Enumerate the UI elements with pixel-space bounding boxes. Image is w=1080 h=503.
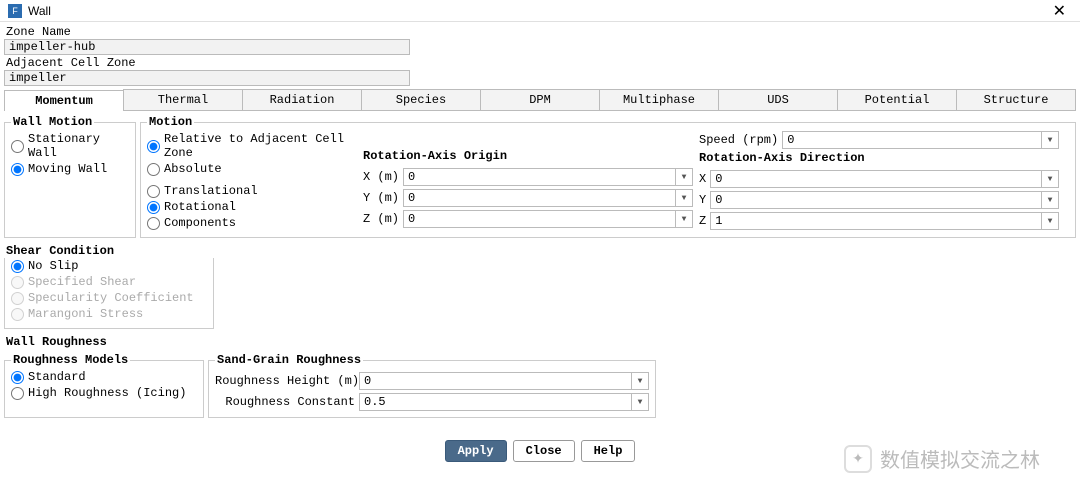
high-roughness-label: High Roughness (Icing) <box>28 386 186 400</box>
tab-bar: Momentum Thermal Radiation Species DPM M… <box>4 89 1076 111</box>
tab-uds[interactable]: UDS <box>718 89 838 110</box>
relative-label: Relative to Adjacent Cell Zone <box>164 132 357 160</box>
sand-grain-group: Sand-Grain Roughness Roughness Height (m… <box>208 353 656 418</box>
origin-x-input[interactable] <box>403 168 675 186</box>
radio-marangoni: Marangoni Stress <box>11 306 207 322</box>
tab-structure[interactable]: Structure <box>956 89 1076 110</box>
roughness-models-group: Roughness Models Standard High Roughness… <box>4 353 204 418</box>
dir-y-label: Y <box>699 193 706 207</box>
marangoni-label: Marangoni Stress <box>28 307 143 321</box>
radio-specified-shear: Specified Shear <box>11 274 207 290</box>
motion-title: Motion <box>147 115 194 129</box>
help-button[interactable]: Help <box>581 440 636 462</box>
adj-zone-input[interactable] <box>4 70 410 86</box>
components-label: Components <box>164 216 236 230</box>
window-title: Wall <box>28 4 51 18</box>
radio-absolute[interactable]: Absolute <box>147 161 357 177</box>
origin-z-input[interactable] <box>403 210 675 228</box>
motion-group: Motion Relative to Adjacent Cell Zone Ab… <box>140 115 1076 238</box>
tab-species[interactable]: Species <box>361 89 481 110</box>
origin-y-input[interactable] <box>403 189 675 207</box>
dir-z-input[interactable] <box>710 212 1041 230</box>
zone-name-label: Zone Name <box>4 24 1076 39</box>
specularity-coeff-label: Specularity Coefficient <box>28 291 194 305</box>
radio-high-roughness[interactable]: High Roughness (Icing) <box>11 385 197 401</box>
radio-rotational[interactable]: Rotational <box>147 199 357 215</box>
dir-z-dropdown-icon[interactable]: ▼ <box>1041 212 1059 230</box>
motion-radios: Relative to Adjacent Cell Zone Absolute … <box>147 131 357 231</box>
speed-input[interactable] <box>782 131 1041 149</box>
speed-dropdown-icon[interactable]: ▼ <box>1041 131 1059 149</box>
sand-grain-title: Sand-Grain Roughness <box>215 353 363 367</box>
radio-standard[interactable]: Standard <box>11 369 197 385</box>
direction-title: Rotation-Axis Direction <box>699 151 1059 165</box>
origin-z-dropdown-icon[interactable]: ▼ <box>675 210 693 228</box>
rotation-axis-direction: Speed (rpm) ▼ Rotation-Axis Direction X … <box>699 131 1059 231</box>
shear-title: Shear Condition <box>6 244 1076 258</box>
specified-shear-label: Specified Shear <box>28 275 136 289</box>
radio-moving-wall[interactable]: Moving Wall <box>11 161 129 177</box>
roughness-height-input[interactable] <box>359 372 631 390</box>
speed-label: Speed (rpm) <box>699 133 778 147</box>
origin-z-label: Z (m) <box>363 212 399 226</box>
app-icon: F <box>8 4 22 18</box>
origin-x-dropdown-icon[interactable]: ▼ <box>675 168 693 186</box>
dir-x-dropdown-icon[interactable]: ▼ <box>1041 170 1059 188</box>
radio-relative[interactable]: Relative to Adjacent Cell Zone <box>147 131 357 161</box>
close-icon[interactable]: ✕ <box>1047 1 1072 21</box>
adj-zone-label: Adjacent Cell Zone <box>4 55 1076 70</box>
wall-roughness-title: Wall Roughness <box>6 335 1076 349</box>
wall-motion-title: Wall Motion <box>11 115 94 129</box>
radio-specularity-coeff: Specularity Coefficient <box>11 290 207 306</box>
standard-label: Standard <box>28 370 86 384</box>
apply-button[interactable]: Apply <box>445 440 507 462</box>
stationary-wall-label: Stationary Wall <box>28 132 129 160</box>
tab-potential[interactable]: Potential <box>837 89 957 110</box>
dir-z-label: Z <box>699 214 706 228</box>
dir-y-dropdown-icon[interactable]: ▼ <box>1041 191 1059 209</box>
tab-thermal[interactable]: Thermal <box>123 89 243 110</box>
zone-name-input[interactable] <box>4 39 410 55</box>
close-button[interactable]: Close <box>513 440 575 462</box>
rotational-label: Rotational <box>164 200 236 214</box>
absolute-label: Absolute <box>164 162 222 176</box>
radio-no-slip[interactable]: No Slip <box>11 258 207 274</box>
radio-translational[interactable]: Translational <box>147 183 357 199</box>
origin-y-dropdown-icon[interactable]: ▼ <box>675 189 693 207</box>
titlebar: F Wall ✕ <box>0 0 1080 22</box>
roughness-height-label: Roughness Height (m) <box>215 374 355 388</box>
tab-radiation[interactable]: Radiation <box>242 89 362 110</box>
dir-x-label: X <box>699 172 706 186</box>
wall-motion-group: Wall Motion Stationary Wall Moving Wall <box>4 115 136 238</box>
roughness-constant-dropdown-icon[interactable]: ▼ <box>631 393 649 411</box>
moving-wall-label: Moving Wall <box>28 162 107 176</box>
origin-x-label: X (m) <box>363 170 399 184</box>
shear-condition-group: No Slip Specified Shear Specularity Coef… <box>4 258 214 329</box>
dir-x-input[interactable] <box>710 170 1041 188</box>
translational-label: Translational <box>164 184 258 198</box>
origin-y-label: Y (m) <box>363 191 399 205</box>
dir-y-input[interactable] <box>710 191 1041 209</box>
roughness-models-title: Roughness Models <box>11 353 130 367</box>
button-bar: Apply Close Help <box>4 440 1076 462</box>
roughness-constant-input[interactable] <box>359 393 631 411</box>
roughness-height-dropdown-icon[interactable]: ▼ <box>631 372 649 390</box>
radio-components[interactable]: Components <box>147 215 357 231</box>
tab-multiphase[interactable]: Multiphase <box>599 89 719 110</box>
no-slip-label: No Slip <box>28 259 78 273</box>
dialog-content: Zone Name Adjacent Cell Zone Momentum Th… <box>0 22 1080 468</box>
origin-title: Rotation-Axis Origin <box>363 149 693 163</box>
radio-stationary-wall[interactable]: Stationary Wall <box>11 131 129 161</box>
rotation-axis-origin: Rotation-Axis Origin X (m) ▼ Y (m) ▼ <box>363 131 693 231</box>
roughness-constant-label: Roughness Constant <box>215 395 355 409</box>
tab-momentum[interactable]: Momentum <box>4 90 124 111</box>
tab-dpm[interactable]: DPM <box>480 89 600 110</box>
